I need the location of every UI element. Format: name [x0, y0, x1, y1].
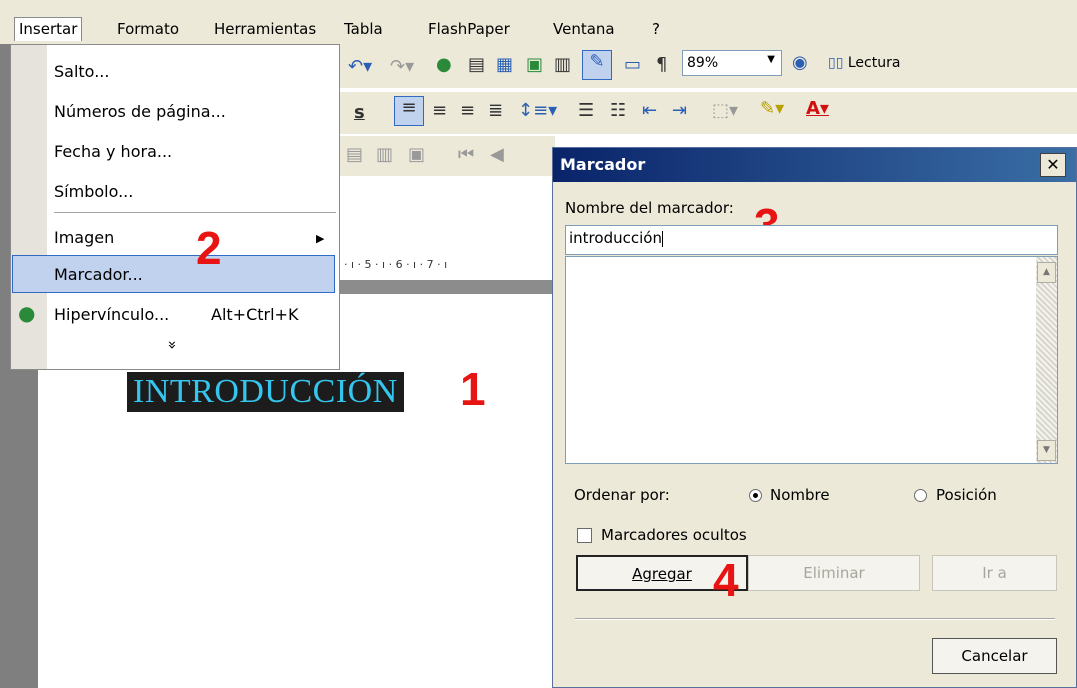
- menu-tabla[interactable]: Tabla: [344, 20, 383, 38]
- standard-toolbar: ↶▾ ↷▾ ● ▤ ▦ ▣ ▥ ✎ ▭ ¶ 89% ▼ ◉ ▯▯ Lectura: [340, 44, 1077, 88]
- menu-item-imagen[interactable]: Imagen: [54, 228, 114, 247]
- menu-item-numeros-pagina[interactable]: Números de página...: [54, 102, 226, 121]
- step-4: 4: [713, 554, 739, 606]
- line-spacing-icon[interactable]: ↕≡▾: [518, 100, 557, 121]
- scroll-down-icon[interactable]: ▼: [1037, 440, 1056, 461]
- sort-by-position-radio[interactable]: [914, 489, 927, 502]
- sort-by-position-label[interactable]: Posición: [936, 486, 997, 504]
- drawing-icon[interactable]: ✎: [582, 50, 612, 80]
- merge-icon[interactable]: ▤: [346, 144, 363, 165]
- hyperlink-icon[interactable]: ●: [436, 54, 452, 75]
- bookmark-list[interactable]: [565, 256, 1058, 464]
- zoom-value: 89%: [687, 55, 719, 71]
- cancel-button-label: Cancelar: [961, 647, 1028, 665]
- goto-button: Ir a: [932, 555, 1057, 591]
- merge-fields-icon[interactable]: ▥: [376, 144, 393, 165]
- menu-bar: Insertar Formato Herramientas Tabla Flas…: [0, 0, 1077, 44]
- menu-ventana[interactable]: Ventana: [553, 20, 615, 38]
- align-center-icon[interactable]: ≡: [432, 100, 447, 121]
- list-scrollbar[interactable]: [1036, 257, 1057, 463]
- document-map-icon[interactable]: ▭: [624, 54, 641, 75]
- cancel-button[interactable]: Cancelar: [932, 638, 1057, 674]
- dialog-title: Marcador: [560, 155, 646, 174]
- bullets-icon[interactable]: ☷: [610, 100, 626, 121]
- sort-by-name-radio[interactable]: [749, 489, 762, 502]
- step-2: 2: [196, 222, 222, 274]
- close-icon[interactable]: ✕: [1040, 153, 1066, 177]
- delete-button: Eliminar: [748, 555, 920, 591]
- tables-borders-icon[interactable]: ▤: [468, 54, 485, 75]
- ruler-strip: [340, 280, 555, 294]
- increase-indent-icon[interactable]: ⇥: [672, 100, 687, 121]
- ruler-marks: · ı · 5 · ı · 6 · ı · 7 · ı: [344, 258, 448, 271]
- menu-insertar-label: Insertar: [19, 20, 78, 38]
- menu-formato[interactable]: Formato: [117, 20, 179, 38]
- menu-flashpaper[interactable]: FlashPaper: [428, 20, 510, 38]
- menu-item-simbolo[interactable]: Símbolo...: [54, 182, 133, 201]
- hipervinculo-shortcut: Alt+Ctrl+K: [211, 305, 299, 324]
- columns-icon[interactable]: ▥: [554, 54, 571, 75]
- prev-record-icon[interactable]: ◀: [490, 144, 504, 165]
- menu-item-salto[interactable]: Salto...: [54, 62, 109, 81]
- book-icon: ▯▯: [828, 55, 848, 71]
- document-heading[interactable]: INTRODUCCIÓN: [127, 372, 404, 412]
- reading-button[interactable]: ▯▯ Lectura: [828, 55, 900, 71]
- step-1: 1: [460, 363, 486, 415]
- expand-menu-icon[interactable]: »: [164, 340, 182, 349]
- justify-icon[interactable]: ≣: [488, 100, 503, 121]
- highlight-icon[interactable]: ✎▾: [760, 98, 784, 119]
- hidden-bookmarks-checkbox[interactable]: [577, 528, 592, 543]
- submenu-arrow-icon: ▶: [316, 232, 325, 245]
- hyperlink-icon: ●: [18, 301, 36, 325]
- redo-icon[interactable]: ↷▾: [390, 56, 414, 77]
- menu-item-hipervinculo[interactable]: Hipervínculo...: [54, 305, 169, 324]
- border-icon[interactable]: ⬚▾: [712, 100, 738, 121]
- menu-herramientas[interactable]: Herramientas: [214, 20, 316, 38]
- insert-excel-icon[interactable]: ▣: [526, 54, 543, 75]
- menu-help[interactable]: ?: [652, 20, 660, 38]
- sort-by-label: Ordenar por:: [574, 486, 670, 504]
- text-cursor: [661, 230, 663, 247]
- zoom-combo[interactable]: 89% ▼: [682, 50, 782, 76]
- underline-icon[interactable]: s: [354, 102, 365, 123]
- align-right-icon[interactable]: ≡: [460, 100, 475, 121]
- hidden-bookmarks-label[interactable]: Marcadores ocultos: [601, 526, 747, 544]
- decrease-indent-icon[interactable]: ⇤: [642, 100, 657, 121]
- menu-separator: [54, 212, 336, 213]
- menu-insertar[interactable]: Insertar: [14, 17, 83, 41]
- help-icon[interactable]: ◉: [792, 52, 808, 73]
- sort-by-name-label[interactable]: Nombre: [770, 486, 830, 504]
- delete-button-label: Eliminar: [803, 564, 865, 582]
- mail-merge-toolbar: ▤ ▥ ▣ ⏮ ◀: [340, 136, 555, 176]
- ruler: · ı · 5 · ı · 6 · ı · 7 · ı: [340, 250, 555, 281]
- reading-label: Lectura: [847, 55, 901, 71]
- menu-item-fecha-hora[interactable]: Fecha y hora...: [54, 142, 172, 161]
- goto-button-label: Ir a: [982, 564, 1007, 582]
- align-left-icon[interactable]: ≡: [394, 96, 424, 126]
- bookmark-name-value: introducción: [569, 229, 662, 247]
- merge-view-icon[interactable]: ▣: [408, 144, 425, 165]
- dialog-separator: [575, 618, 1055, 620]
- font-color-icon[interactable]: A▾: [806, 98, 829, 119]
- bookmark-name-label: Nombre del marcador:: [565, 199, 734, 217]
- add-button-label: Agregar: [632, 565, 692, 583]
- scroll-up-icon[interactable]: ▲: [1037, 262, 1056, 283]
- bookmark-name-input[interactable]: introducción: [565, 225, 1058, 255]
- formatting-toolbar: s ≡ ≡ ≡ ≣ ↕≡▾ ☰ ☷ ⇤ ⇥ ⬚▾ ✎▾ A▾: [340, 92, 1077, 134]
- undo-icon[interactable]: ↶▾: [348, 56, 372, 77]
- menu-item-marcador[interactable]: Marcador...: [54, 265, 143, 284]
- first-record-icon[interactable]: ⏮: [458, 144, 474, 165]
- insert-table-icon[interactable]: ▦: [496, 54, 513, 75]
- show-formatting-icon[interactable]: ¶: [656, 54, 667, 75]
- numbering-icon[interactable]: ☰: [578, 100, 594, 121]
